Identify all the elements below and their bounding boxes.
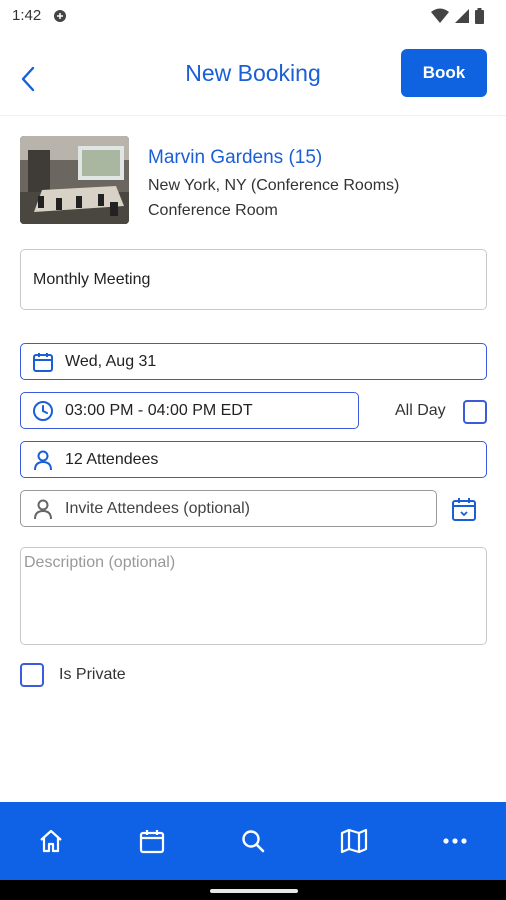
nav-more[interactable] xyxy=(405,802,506,880)
date-field[interactable]: Wed, Aug 31 xyxy=(20,343,487,380)
meeting-title-input[interactable]: Monthly Meeting xyxy=(20,249,487,310)
nav-map[interactable] xyxy=(304,802,405,880)
person-icon xyxy=(21,442,65,477)
invite-attendees-placeholder: Invite Attendees (optional) xyxy=(65,499,251,517)
wifi-icon xyxy=(431,8,449,29)
status-bar: 1:42 xyxy=(0,0,506,34)
search-icon xyxy=(242,830,265,853)
home-icon xyxy=(39,829,62,853)
map-icon xyxy=(341,828,368,854)
nav-search[interactable] xyxy=(202,802,303,880)
room-location: New York, NY (Conference Rooms) xyxy=(148,177,400,194)
book-button[interactable]: Book xyxy=(401,49,487,97)
calendar-icon xyxy=(139,830,164,854)
status-time: 1:42 xyxy=(12,7,42,24)
person-outline-icon xyxy=(21,491,65,526)
signal-icon xyxy=(455,8,469,29)
app-bar: New Booking Book xyxy=(0,34,506,116)
date-value: Wed, Aug 31 xyxy=(65,352,157,370)
is-private-label: Is Private xyxy=(59,666,126,683)
nav-home[interactable] xyxy=(0,802,101,880)
calendar-icon xyxy=(21,344,65,379)
attendees-value: 12 Attendees xyxy=(65,450,159,468)
clock-icon xyxy=(21,393,65,428)
is-private-checkbox[interactable] xyxy=(20,663,44,687)
attendees-field[interactable]: 12 Attendees xyxy=(20,441,487,478)
room-name[interactable]: Marvin Gardens (15) xyxy=(148,147,322,169)
room-thumbnail xyxy=(20,136,129,224)
more-icon xyxy=(443,838,468,844)
calendar-contacts-button[interactable] xyxy=(450,495,478,523)
room-type: Conference Room xyxy=(148,202,278,219)
all-day-checkbox[interactable] xyxy=(463,400,487,424)
home-gesture-handle[interactable] xyxy=(210,889,298,893)
meeting-title-value: Monthly Meeting xyxy=(33,270,151,288)
all-day-label: All Day xyxy=(395,402,446,419)
bottom-nav xyxy=(0,802,506,880)
notification-icon xyxy=(52,8,68,29)
description-input[interactable]: Description (optional) xyxy=(20,547,487,645)
invite-attendees-input[interactable]: Invite Attendees (optional) xyxy=(20,490,437,527)
description-placeholder: Description (optional) xyxy=(24,554,176,571)
battery-icon xyxy=(475,8,484,29)
time-value: 03:00 PM - 04:00 PM EDT xyxy=(65,401,253,419)
calendar-add-icon xyxy=(452,498,476,521)
nav-calendar[interactable] xyxy=(101,802,202,880)
time-field[interactable]: 03:00 PM - 04:00 PM EDT xyxy=(20,392,359,429)
